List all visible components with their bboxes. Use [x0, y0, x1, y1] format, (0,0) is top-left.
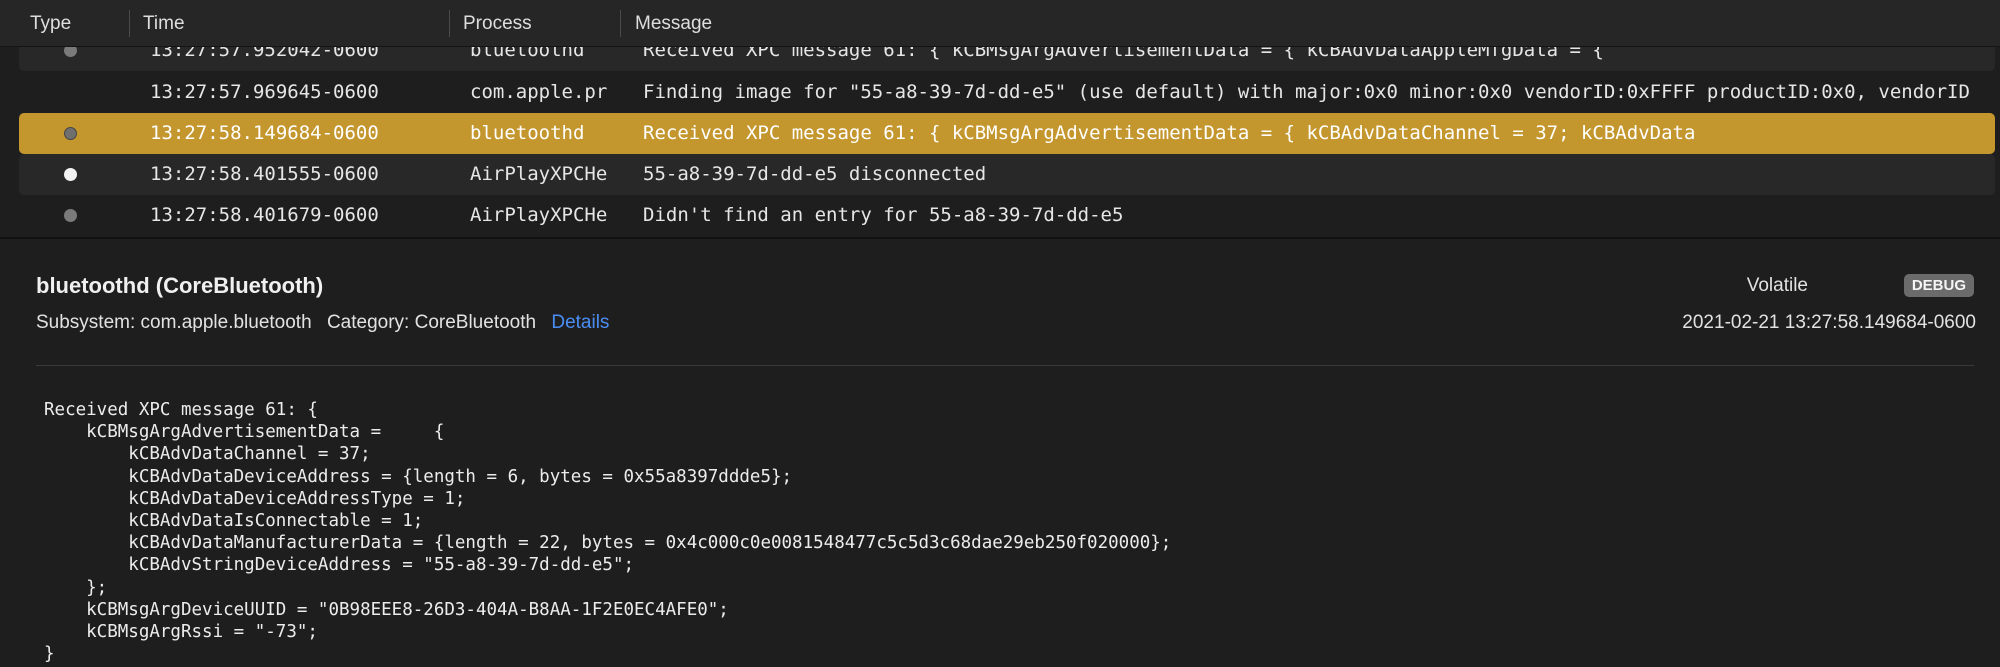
log-row-time: 13:27:58.401555-0600: [150, 163, 379, 185]
detail-title: bluetoothd (CoreBluetooth): [36, 273, 324, 298]
column-header-bar: Type Time Process Message: [0, 0, 2000, 47]
log-row-selected[interactable]: 13:27:58.149684-0600 bluetoothd Received…: [19, 113, 1995, 154]
log-type-indicator-icon: [64, 168, 77, 181]
detail-timestamp: 2021-02-21 13:27:58.149684-0600: [1682, 312, 1976, 333]
detail-category: Category: CoreBluetooth: [326, 312, 537, 333]
detail-divider: [36, 365, 1974, 366]
log-message-list[interactable]: 13:27:57.952042-0600 bluetoothd Received…: [0, 47, 2000, 237]
debug-level-badge: DEBUG: [1903, 274, 1974, 297]
log-row[interactable]: 13:27:57.969645-0600 com.apple.pr Findin…: [19, 72, 1995, 113]
detail-volatile-label: Volatile: [1746, 275, 1808, 296]
log-type-indicator-icon: [64, 209, 77, 222]
log-detail-pane: bluetoothd (CoreBluetooth) Subsystem: co…: [0, 239, 2000, 667]
log-row[interactable]: 13:27:58.401555-0600 AirPlayXPCHe 55-a8-…: [19, 154, 1995, 195]
detail-metadata: Subsystem: com.apple.bluetooth Category:…: [36, 312, 619, 334]
log-row-time: 13:27:58.149684-0600: [150, 122, 379, 144]
detail-message-body[interactable]: Received XPC message 61: { kCBMsgArgAdve…: [44, 399, 1171, 665]
details-link[interactable]: Details: [551, 312, 609, 333]
log-row[interactable]: 13:27:58.401679-0600 AirPlayXPCHe Didn't…: [19, 195, 1995, 236]
column-header-time[interactable]: Time: [143, 0, 185, 47]
log-row-time: 13:27:58.401679-0600: [150, 204, 379, 226]
column-separator[interactable]: [620, 10, 621, 37]
log-row-message: Received XPC message 61: { kCBMsgArgAdve…: [643, 122, 1696, 144]
log-row-message: Didn't find an entry for 55-a8-39-7d-dd-…: [643, 204, 1124, 226]
column-separator[interactable]: [129, 10, 130, 37]
log-row-process: com.apple.pr: [470, 81, 608, 103]
column-header-type[interactable]: Type: [30, 0, 71, 47]
log-type-indicator-icon: [64, 127, 77, 140]
log-row-process: AirPlayXPCHe: [470, 204, 608, 226]
log-type-indicator-icon: [64, 47, 77, 57]
column-header-process[interactable]: Process: [463, 0, 532, 47]
log-row-message: Received XPC message 61: { kCBMsgArgAdve…: [643, 47, 1604, 61]
log-row-process: AirPlayXPCHe: [470, 163, 608, 185]
detail-subsystem: Subsystem: com.apple.bluetooth: [36, 312, 312, 333]
log-row-process: bluetoothd: [470, 47, 585, 61]
column-separator[interactable]: [449, 10, 450, 37]
log-row-message: Finding image for "55-a8-39-7d-dd-e5" (u…: [643, 81, 1970, 103]
log-row-message: 55-a8-39-7d-dd-e5 disconnected: [643, 163, 987, 185]
log-row-time: 13:27:57.952042-0600: [150, 47, 379, 61]
column-header-message[interactable]: Message: [635, 0, 712, 47]
log-row[interactable]: 13:27:57.952042-0600 bluetoothd Received…: [19, 47, 1995, 71]
console-window: Type Time Process Message 13:27:57.95204…: [0, 0, 2000, 667]
log-row-time: 13:27:57.969645-0600: [150, 81, 379, 103]
log-row-process: bluetoothd: [470, 122, 585, 144]
